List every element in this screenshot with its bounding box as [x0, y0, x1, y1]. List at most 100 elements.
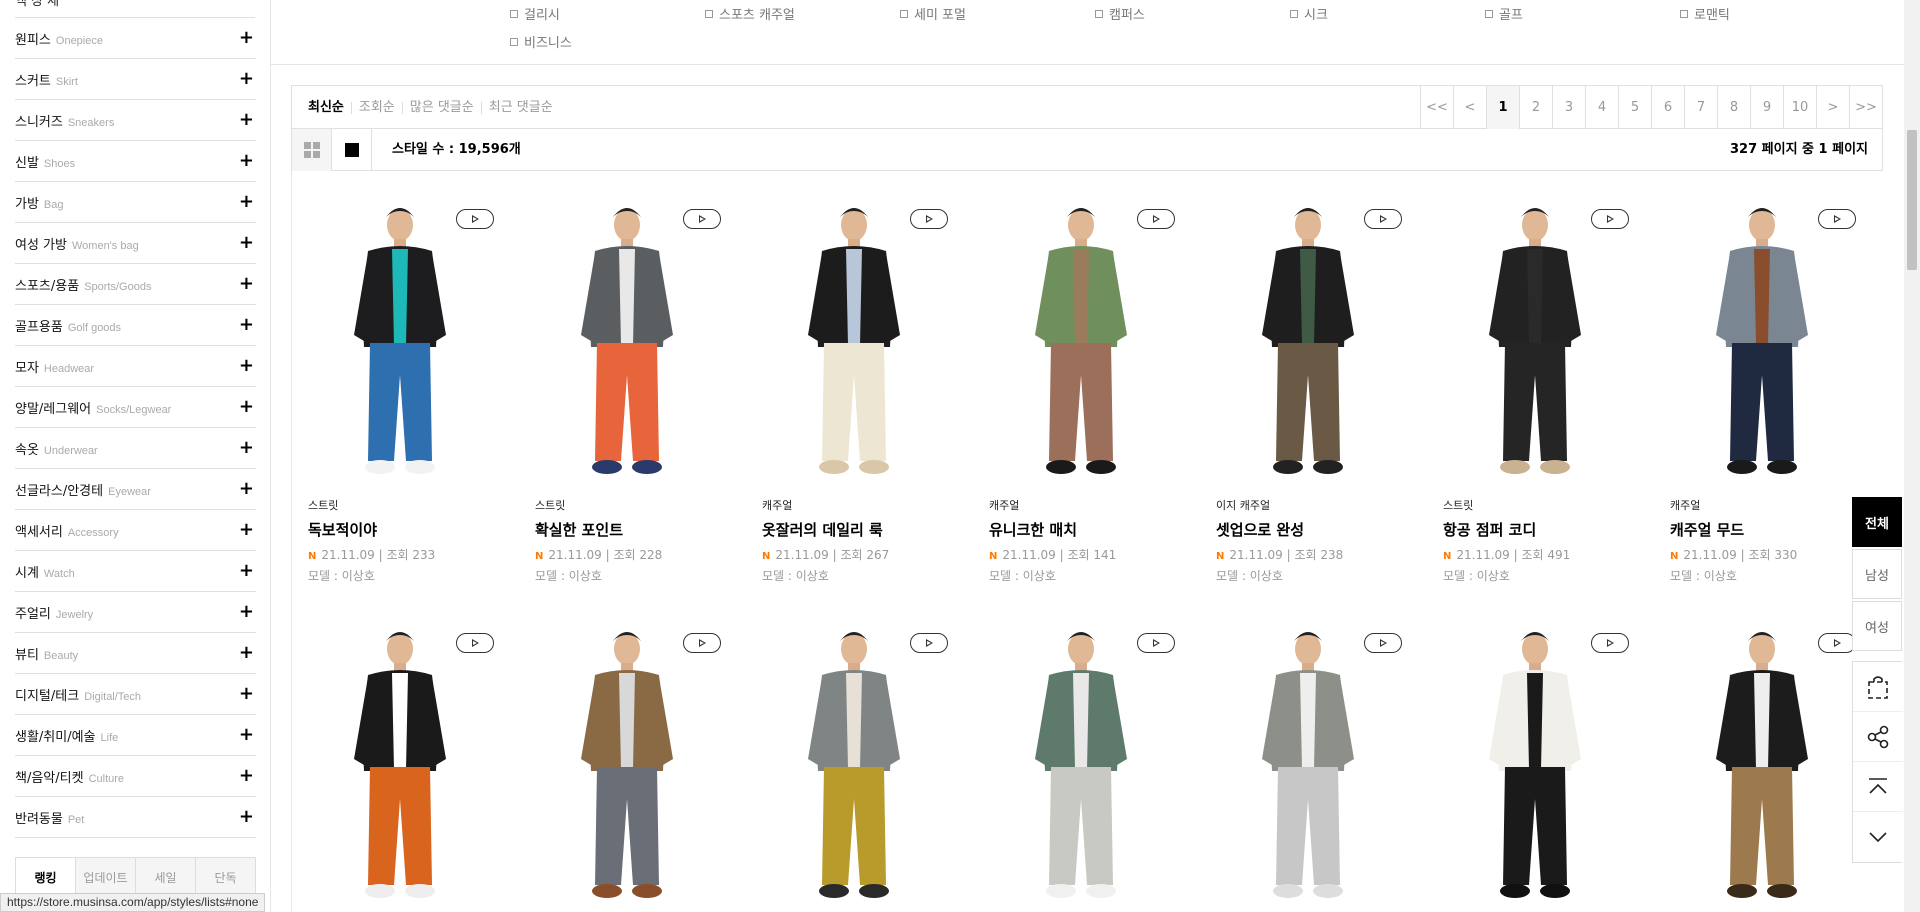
style-photo[interactable] — [1662, 609, 1862, 909]
style-filter-option[interactable]: 시크 — [1290, 4, 1328, 23]
pagination-item[interactable]: 8 — [1717, 86, 1750, 129]
style-photo[interactable] — [1208, 185, 1408, 485]
style-photo[interactable] — [527, 609, 727, 909]
gender-tab[interactable]: 전체 — [1852, 497, 1902, 547]
play-video-button[interactable] — [456, 633, 494, 653]
sidebar-category[interactable]: 주얼리 Jewelry + — [15, 592, 256, 633]
checkbox[interactable] — [1095, 9, 1103, 18]
plus-icon[interactable]: + — [239, 726, 254, 744]
style-card[interactable]: 스트릿 확실한 포인트 N 21.11.09 | 조회 228 모델 : 이상호 — [519, 185, 739, 584]
play-video-button[interactable] — [1591, 633, 1629, 653]
checkbox[interactable] — [1680, 9, 1688, 18]
pagination-item[interactable]: << — [1420, 86, 1453, 129]
style-filter-option[interactable]: 스포츠 캐주얼 — [705, 4, 795, 23]
style-card[interactable]: 이지 캐주얼 셋업으로 완성 N 21.11.09 | 조회 238 모델 : 이상호 — [1200, 185, 1420, 584]
style-title[interactable]: 항공 점퍼 코디 — [1443, 519, 1647, 540]
grid-view-button[interactable] — [292, 129, 332, 171]
pagination-item[interactable]: 5 — [1618, 86, 1651, 129]
sort-option[interactable]: 최신순 — [308, 101, 351, 114]
style-card[interactable]: 스트릿 항공 점퍼 코디 N 21.11.09 | 조회 491 모델 : 이상호 — [1427, 185, 1647, 584]
style-photo[interactable] — [1435, 609, 1635, 909]
style-filter-option[interactable]: 비즈니스 — [510, 32, 572, 51]
sidebar-category[interactable]: 골프용품 Golf goods + — [15, 305, 256, 346]
ranking-tab[interactable]: 업데이트 — [76, 858, 136, 896]
sidebar-category[interactable]: 반려동물 Pet + — [15, 797, 256, 838]
style-card[interactable] — [292, 609, 512, 909]
sidebar-category[interactable]: 스니커즈 Sneakers + — [15, 100, 256, 141]
style-photo[interactable] — [981, 609, 1181, 909]
style-filter-option[interactable]: 걸리시 — [510, 4, 560, 23]
gender-tab[interactable]: 여성 — [1852, 601, 1902, 651]
single-view-button[interactable] — [332, 129, 372, 171]
style-filter-option[interactable]: 로맨틱 — [1680, 4, 1730, 23]
sidebar-category[interactable]: 스포츠/용품 Sports/Goods + — [15, 264, 256, 305]
style-photo[interactable] — [527, 185, 727, 485]
shopping-bag-button[interactable] — [1853, 662, 1903, 712]
checkbox[interactable] — [510, 37, 518, 46]
style-photo[interactable] — [1662, 185, 1862, 485]
style-photo[interactable] — [1208, 609, 1408, 909]
sidebar-category[interactable]: 양말/레그웨어 Socks/Legwear + — [15, 387, 256, 428]
sidebar-category[interactable]: 생활/취미/예술 Life + — [15, 715, 256, 756]
scroll-thumb[interactable] — [1907, 130, 1917, 270]
plus-icon[interactable]: + — [239, 521, 254, 539]
scroll-top-button[interactable] — [1853, 762, 1903, 812]
sidebar-category[interactable]: 가방 Bag + — [15, 182, 256, 223]
ranking-tab[interactable]: 세일 — [136, 858, 196, 896]
play-video-button[interactable] — [683, 209, 721, 229]
share-button[interactable] — [1853, 712, 1903, 762]
plus-icon[interactable]: + — [239, 644, 254, 662]
play-video-button[interactable] — [1591, 209, 1629, 229]
style-title[interactable]: 셋업으로 완성 — [1216, 519, 1420, 540]
sidebar-category[interactable]: 스커트 Skirt + — [15, 59, 256, 100]
pagination-item[interactable]: 10 — [1783, 86, 1816, 129]
style-photo[interactable] — [1435, 185, 1635, 485]
sidebar-category[interactable]: 여성 가방 Women's bag + — [15, 223, 256, 264]
plus-icon[interactable]: + — [239, 685, 254, 703]
style-photo[interactable] — [981, 185, 1181, 485]
plus-icon[interactable]: + — [239, 111, 254, 129]
style-photo[interactable] — [300, 609, 500, 909]
style-card[interactable] — [519, 609, 739, 909]
plus-icon[interactable]: + — [239, 234, 254, 252]
style-card[interactable] — [973, 609, 1193, 909]
play-video-button[interactable] — [1137, 209, 1175, 229]
plus-icon[interactable]: + — [239, 275, 254, 293]
play-video-button[interactable] — [1818, 633, 1856, 653]
sidebar-item-cut[interactable]: 액 상 세 — [15, 0, 255, 18]
pagination-item[interactable]: 7 — [1684, 86, 1717, 129]
style-filter-option[interactable]: 골프 — [1485, 4, 1523, 23]
page-scrollbar[interactable] — [1904, 0, 1920, 912]
style-card[interactable]: 캐주얼 캐주얼 무드 N 21.11.09 | 조회 330 모델 : 이상호 — [1654, 185, 1874, 584]
sort-option[interactable]: 조회순 — [350, 101, 402, 114]
plus-icon[interactable]: + — [239, 808, 254, 826]
plus-icon[interactable]: + — [239, 398, 254, 416]
pagination-item[interactable]: > — [1816, 86, 1849, 129]
style-title[interactable]: 유니크한 매치 — [989, 519, 1193, 540]
style-filter-option[interactable]: 세미 포멀 — [900, 4, 966, 23]
sort-option[interactable]: 많은 댓글순 — [401, 101, 481, 114]
checkbox[interactable] — [510, 9, 518, 18]
play-video-button[interactable] — [1364, 209, 1402, 229]
plus-icon[interactable]: + — [239, 193, 254, 211]
sort-option[interactable]: 최근 댓글순 — [480, 101, 560, 114]
checkbox[interactable] — [1290, 9, 1298, 18]
style-card[interactable]: 캐주얼 옷잘러의 데일리 룩 N 21.11.09 | 조회 267 모델 : 이상호 — [746, 185, 966, 584]
style-card[interactable]: 스트릿 독보적이야 N 21.11.09 | 조회 233 모델 : 이상호 — [292, 185, 512, 584]
sidebar-category[interactable]: 뷰티 Beauty + — [15, 633, 256, 674]
style-title[interactable]: 옷잘러의 데일리 룩 — [762, 519, 966, 540]
plus-icon[interactable]: + — [239, 29, 254, 47]
play-video-button[interactable] — [1137, 633, 1175, 653]
plus-icon[interactable]: + — [239, 603, 254, 621]
pagination-item[interactable]: 9 — [1750, 86, 1783, 129]
style-title[interactable]: 확실한 포인트 — [535, 519, 739, 540]
pagination-item[interactable]: 3 — [1552, 86, 1585, 129]
play-video-button[interactable] — [683, 633, 721, 653]
ranking-tab[interactable]: 단독 — [196, 858, 255, 896]
pagination-item[interactable]: 4 — [1585, 86, 1618, 129]
ranking-tab[interactable]: 랭킹 — [16, 858, 76, 896]
checkbox[interactable] — [900, 9, 908, 18]
sidebar-category[interactable]: 선글라스/안경테 Eyewear + — [15, 469, 256, 510]
style-filter-option[interactable]: 캠퍼스 — [1095, 4, 1145, 23]
style-photo[interactable] — [754, 609, 954, 909]
